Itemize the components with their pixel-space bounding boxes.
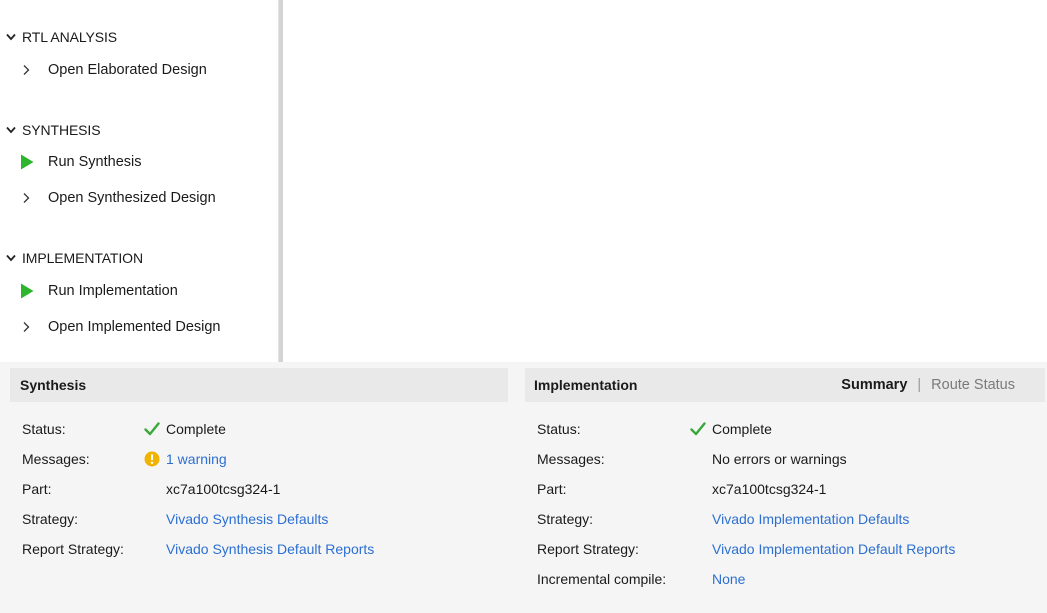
report-strategy-link[interactable]: Vivado Implementation Default Reports: [712, 541, 955, 557]
tab-summary[interactable]: Summary: [841, 377, 907, 393]
synthesis-report-strategy-row: Report Strategy: Vivado Synthesis Defaul…: [22, 538, 520, 560]
nav-item-label: Run Synthesis: [48, 154, 142, 170]
implementation-report-strategy-row: Report Strategy: Vivado Implementation D…: [537, 538, 1047, 560]
implementation-tabs: Summary | Route Status: [841, 368, 1015, 402]
nav-item-label: Open Implemented Design: [48, 319, 221, 335]
part-value: xc7a100tcsg324-1: [166, 481, 281, 497]
status-value: Complete: [712, 421, 772, 437]
nav-item-open-elaborated-design[interactable]: Open Elaborated Design: [20, 59, 207, 81]
check-icon: [690, 422, 712, 436]
chevron-right-icon: [20, 60, 42, 80]
strategy-link[interactable]: Vivado Synthesis Defaults: [166, 511, 328, 527]
nav-item-run-implementation[interactable]: Run Implementation: [20, 280, 178, 302]
project-summary-area: Synthesis Status: Complete Messages: 1 w…: [0, 362, 1047, 613]
nav-item-label: Open Synthesized Design: [48, 190, 216, 206]
synthesis-status-row: Status: Complete: [22, 418, 520, 440]
nav-item-run-synthesis[interactable]: Run Synthesis: [20, 151, 142, 173]
messages-value: No errors or warnings: [712, 451, 847, 467]
row-label: Status:: [537, 421, 581, 437]
panel-title: Synthesis: [20, 377, 87, 393]
synthesis-panel: Synthesis Status: Complete Messages: 1 w…: [10, 368, 508, 613]
panel-title: Implementation: [534, 377, 638, 393]
nav-item-label: Run Implementation: [48, 283, 178, 299]
row-label: Part:: [22, 481, 52, 497]
strategy-link[interactable]: Vivado Implementation Defaults: [712, 511, 909, 527]
section-label: SYNTHESIS: [22, 122, 101, 138]
synthesis-panel-header: Synthesis: [10, 368, 508, 402]
chevron-right-icon: [20, 188, 42, 208]
run-play-icon: [20, 152, 42, 172]
part-value: xc7a100tcsg324-1: [712, 481, 827, 497]
section-implementation-header[interactable]: IMPLEMENTATION: [0, 248, 143, 268]
nav-item-open-synthesized-design[interactable]: Open Synthesized Design: [20, 187, 216, 209]
row-label: Part:: [537, 481, 567, 497]
implementation-incremental-compile-row: Incremental compile: None: [537, 568, 1047, 590]
synthesis-strategy-row: Strategy: Vivado Synthesis Defaults: [22, 508, 520, 530]
implementation-strategy-row: Strategy: Vivado Implementation Defaults: [537, 508, 1047, 530]
implementation-status-row: Status: Complete: [537, 418, 1047, 440]
status-value: Complete: [166, 421, 226, 437]
synthesis-messages-row: Messages: 1 warning: [22, 448, 520, 470]
flow-navigator: RTL ANALYSIS Open Elaborated Design SYNT…: [0, 0, 278, 362]
report-strategy-link[interactable]: Vivado Synthesis Default Reports: [166, 541, 374, 557]
chevron-right-icon: [20, 317, 42, 337]
section-label: RTL ANALYSIS: [22, 29, 118, 45]
row-label: Incremental compile:: [537, 571, 667, 587]
implementation-panel-header: Implementation Summary | Route Status: [525, 368, 1045, 402]
nav-item-label: Open Elaborated Design: [48, 62, 207, 78]
synthesis-part-row: Part: xc7a100tcsg324-1: [22, 478, 520, 500]
row-label: Report Strategy:: [22, 541, 124, 557]
chevron-down-icon[interactable]: [0, 254, 22, 262]
chevron-down-icon[interactable]: [0, 126, 22, 134]
messages-warning-link[interactable]: 1 warning: [166, 451, 227, 467]
warning-icon: [144, 451, 166, 467]
section-label: IMPLEMENTATION: [22, 250, 143, 266]
implementation-part-row: Part: xc7a100tcsg324-1: [537, 478, 1047, 500]
section-synthesis-header[interactable]: SYNTHESIS: [0, 120, 101, 140]
row-label: Strategy:: [537, 511, 594, 527]
row-label: Status:: [22, 421, 66, 437]
implementation-panel: Implementation Summary | Route Status St…: [525, 368, 1045, 613]
tab-route-status[interactable]: Route Status: [931, 377, 1015, 393]
check-icon: [144, 422, 166, 436]
section-rtl-analysis-header[interactable]: RTL ANALYSIS: [0, 27, 117, 47]
row-label: Messages:: [537, 451, 605, 467]
implementation-messages-row: Messages: No errors or warnings: [537, 448, 1047, 470]
chevron-down-icon[interactable]: [0, 33, 22, 41]
row-label: Messages:: [22, 451, 90, 467]
main-workspace-pane: [283, 0, 1047, 362]
nav-item-open-implemented-design[interactable]: Open Implemented Design: [20, 316, 221, 338]
row-label: Strategy:: [22, 511, 79, 527]
tab-separator: |: [917, 377, 922, 393]
incremental-compile-link[interactable]: None: [712, 571, 745, 587]
run-play-icon: [20, 281, 42, 301]
row-label: Report Strategy:: [537, 541, 639, 557]
